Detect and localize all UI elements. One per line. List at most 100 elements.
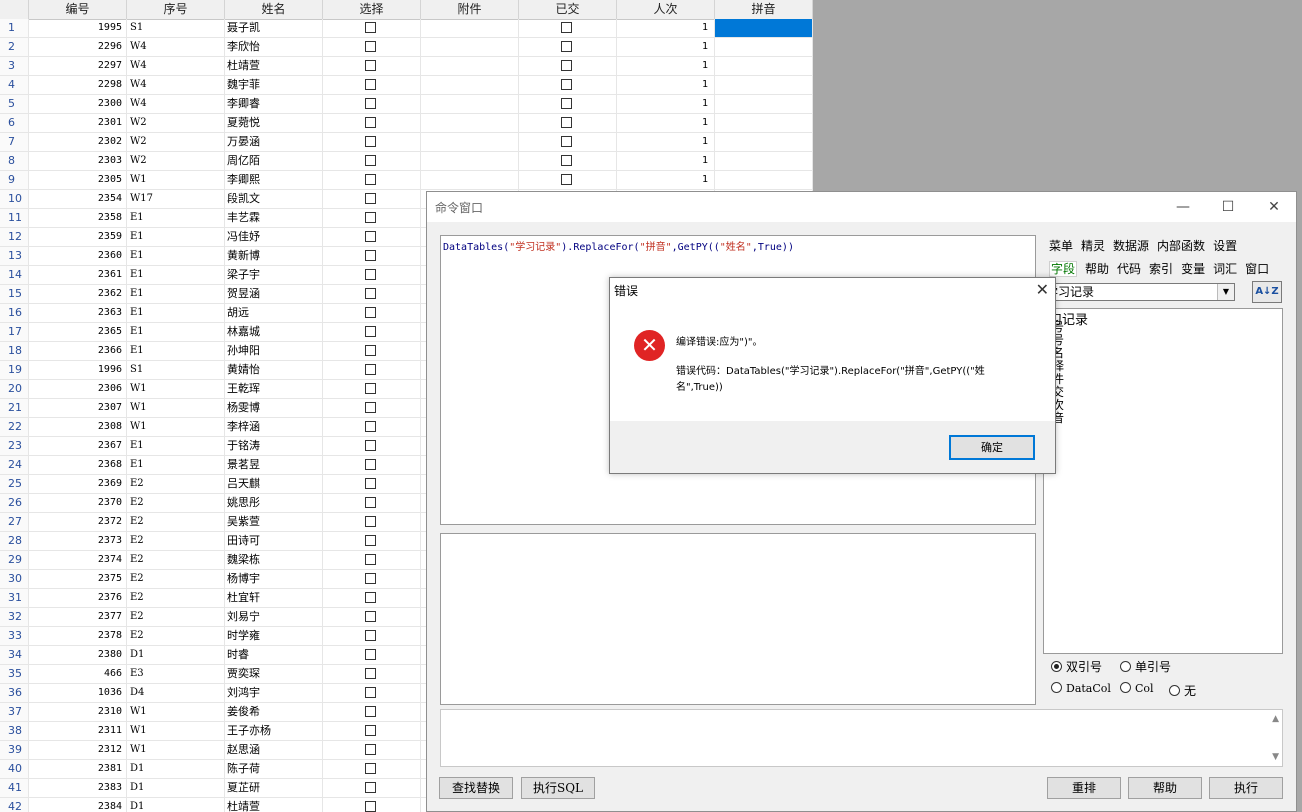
cell-no[interactable]: 2298 bbox=[29, 76, 127, 94]
cell-name[interactable]: 于铭涛 bbox=[225, 437, 323, 455]
menu-tab-help[interactable]: 帮助 bbox=[1085, 262, 1109, 276]
checkbox[interactable] bbox=[365, 307, 376, 318]
cell-select[interactable] bbox=[323, 589, 421, 607]
cell-seq[interactable]: E1 bbox=[127, 285, 225, 303]
cell-no[interactable]: 2384 bbox=[29, 798, 127, 812]
cell-no[interactable]: 2370 bbox=[29, 494, 127, 512]
checkbox[interactable] bbox=[365, 440, 376, 451]
cell-name[interactable]: 胡远 bbox=[225, 304, 323, 322]
cell-no[interactable]: 2373 bbox=[29, 532, 127, 550]
cell-select[interactable] bbox=[323, 399, 421, 417]
cell-select[interactable] bbox=[323, 703, 421, 721]
cell-attachment[interactable] bbox=[421, 76, 519, 94]
cell-no[interactable]: 1996 bbox=[29, 361, 127, 379]
cell-seq[interactable]: E1 bbox=[127, 228, 225, 246]
cell-attachment[interactable] bbox=[421, 152, 519, 170]
ok-button[interactable]: 确定 bbox=[949, 435, 1035, 460]
checkbox[interactable] bbox=[365, 668, 376, 679]
header-select[interactable]: 选择 bbox=[323, 0, 421, 19]
cell-no[interactable]: 2360 bbox=[29, 247, 127, 265]
cell-no[interactable]: 2372 bbox=[29, 513, 127, 531]
cell-seq[interactable]: E2 bbox=[127, 494, 225, 512]
cell-select[interactable] bbox=[323, 342, 421, 360]
header-submitted[interactable]: 已交 bbox=[519, 0, 617, 19]
cell-pinyin[interactable] bbox=[715, 19, 813, 37]
header-pinyin[interactable]: 拼音 bbox=[715, 0, 813, 19]
cell-name[interactable]: 黄婧怡 bbox=[225, 361, 323, 379]
cell-submitted[interactable] bbox=[519, 133, 617, 151]
cell-no[interactable]: 2367 bbox=[29, 437, 127, 455]
cell-no[interactable]: 2301 bbox=[29, 114, 127, 132]
checkbox[interactable] bbox=[561, 60, 572, 71]
scroll-up-icon[interactable]: ▲ bbox=[1272, 714, 1279, 724]
cell-no[interactable]: 2307 bbox=[29, 399, 127, 417]
cell-attachment[interactable] bbox=[421, 133, 519, 151]
cell-seq[interactable]: D1 bbox=[127, 646, 225, 664]
cell-seq[interactable]: W1 bbox=[127, 703, 225, 721]
cell-no[interactable]: 2366 bbox=[29, 342, 127, 360]
cell-seq[interactable]: W2 bbox=[127, 152, 225, 170]
cell-select[interactable] bbox=[323, 380, 421, 398]
checkbox[interactable] bbox=[365, 212, 376, 223]
checkbox[interactable] bbox=[365, 706, 376, 717]
checkbox[interactable] bbox=[365, 193, 376, 204]
checkbox[interactable] bbox=[365, 516, 376, 527]
menu-tab-settings[interactable]: 设置 bbox=[1213, 239, 1237, 253]
cell-no[interactable]: 2310 bbox=[29, 703, 127, 721]
checkbox[interactable] bbox=[365, 345, 376, 356]
cell-no[interactable]: 2365 bbox=[29, 323, 127, 341]
cell-select[interactable] bbox=[323, 266, 421, 284]
radio-double-quote[interactable]: 双引号 bbox=[1051, 658, 1102, 675]
checkbox[interactable] bbox=[365, 41, 376, 52]
cell-name[interactable]: 贾奕琛 bbox=[225, 665, 323, 683]
cell-seq[interactable]: D4 bbox=[127, 684, 225, 702]
cell-name[interactable]: 夏芷研 bbox=[225, 779, 323, 797]
cell-select[interactable] bbox=[323, 722, 421, 740]
header-no[interactable]: 编号 bbox=[29, 0, 127, 19]
cell-name[interactable]: 刘易宁 bbox=[225, 608, 323, 626]
checkbox[interactable] bbox=[365, 402, 376, 413]
radio-datacol[interactable]: DataCol bbox=[1051, 682, 1111, 695]
checkbox[interactable] bbox=[365, 383, 376, 394]
cell-no[interactable]: 2359 bbox=[29, 228, 127, 246]
checkbox[interactable] bbox=[365, 611, 376, 622]
cell-no[interactable]: 2375 bbox=[29, 570, 127, 588]
table-row[interactable]: 5 2300 W4 李卿睿 1 bbox=[0, 95, 813, 114]
cell-seq[interactable]: W1 bbox=[127, 722, 225, 740]
cell-select[interactable] bbox=[323, 285, 421, 303]
cell-attachment[interactable] bbox=[421, 171, 519, 189]
cell-seq[interactable]: W1 bbox=[127, 741, 225, 759]
cell-name[interactable]: 孙坤阳 bbox=[225, 342, 323, 360]
cell-attachment[interactable] bbox=[421, 19, 519, 37]
cell-pinyin[interactable] bbox=[715, 114, 813, 132]
checkbox[interactable] bbox=[365, 98, 376, 109]
cell-submitted[interactable] bbox=[519, 57, 617, 75]
checkbox[interactable] bbox=[365, 782, 376, 793]
cell-seq[interactable]: W4 bbox=[127, 95, 225, 113]
execute-button[interactable]: 执行 bbox=[1209, 777, 1283, 799]
checkbox[interactable] bbox=[365, 573, 376, 584]
cell-seq[interactable]: E2 bbox=[127, 475, 225, 493]
menu-tab-index[interactable]: 索引 bbox=[1149, 262, 1173, 276]
cell-name[interactable]: 时学雍 bbox=[225, 627, 323, 645]
cell-seq[interactable]: W2 bbox=[127, 114, 225, 132]
cell-count[interactable]: 1 bbox=[617, 114, 715, 132]
cell-select[interactable] bbox=[323, 475, 421, 493]
cell-name[interactable]: 夏菀悦 bbox=[225, 114, 323, 132]
table-row[interactable]: 6 2301 W2 夏菀悦 1 bbox=[0, 114, 813, 133]
cell-no[interactable]: 2363 bbox=[29, 304, 127, 322]
execute-sql-button[interactable]: 执行SQL bbox=[521, 777, 595, 799]
cell-seq[interactable]: S1 bbox=[127, 361, 225, 379]
cell-select[interactable] bbox=[323, 684, 421, 702]
cell-seq[interactable]: W1 bbox=[127, 380, 225, 398]
table-row[interactable]: 2 2296 W4 李欣怡 1 bbox=[0, 38, 813, 57]
cell-select[interactable] bbox=[323, 95, 421, 113]
cell-name[interactable]: 周亿陌 bbox=[225, 152, 323, 170]
output-pane[interactable] bbox=[440, 533, 1036, 705]
cell-no[interactable]: 2369 bbox=[29, 475, 127, 493]
cell-submitted[interactable] bbox=[519, 114, 617, 132]
table-row[interactable]: 1 1995 S1 聂子凯 1 bbox=[0, 19, 813, 38]
cell-attachment[interactable] bbox=[421, 114, 519, 132]
cell-name[interactable]: 王子亦杨 bbox=[225, 722, 323, 740]
cell-name[interactable]: 杜靖萱 bbox=[225, 798, 323, 812]
